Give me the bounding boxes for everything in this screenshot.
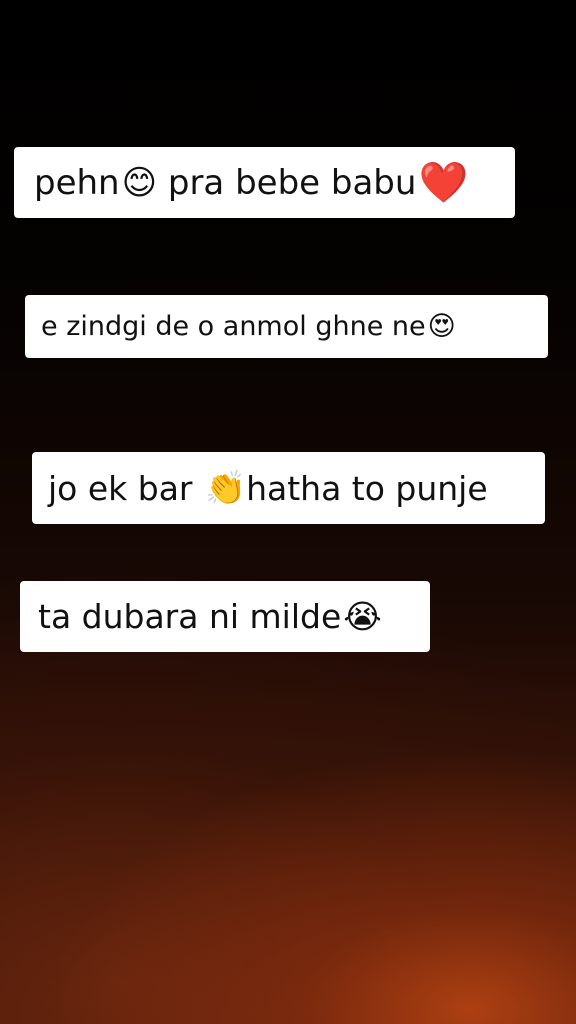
crying-face-icon: 😭 — [343, 597, 382, 636]
caption-line-1: pehn 😊 pra bebe babu ❤️ — [14, 147, 515, 218]
caption-line-2: e zindgi de o anmol ghne ne 😍 — [25, 295, 548, 358]
heart-eyes-icon: 😍 — [427, 311, 456, 342]
smiling-face-icon: 😊 — [121, 162, 158, 203]
caption-text: jo ek bar — [48, 468, 203, 508]
caption-text: pra bebe babu — [157, 162, 417, 203]
clapping-hands-icon: 👏 — [204, 468, 247, 507]
caption-text: e zindgi de o anmol ghne ne — [41, 311, 426, 342]
caption-line-3: jo ek bar 👏 hatha to punje — [32, 452, 545, 524]
caption-text: hatha to punje — [246, 468, 488, 508]
caption-text: ta dubara ni milde — [38, 597, 342, 636]
caption-text: pehn — [34, 162, 120, 203]
caption-line-4: ta dubara ni milde 😭 — [20, 581, 430, 652]
red-heart-icon: ❤️ — [418, 159, 469, 206]
